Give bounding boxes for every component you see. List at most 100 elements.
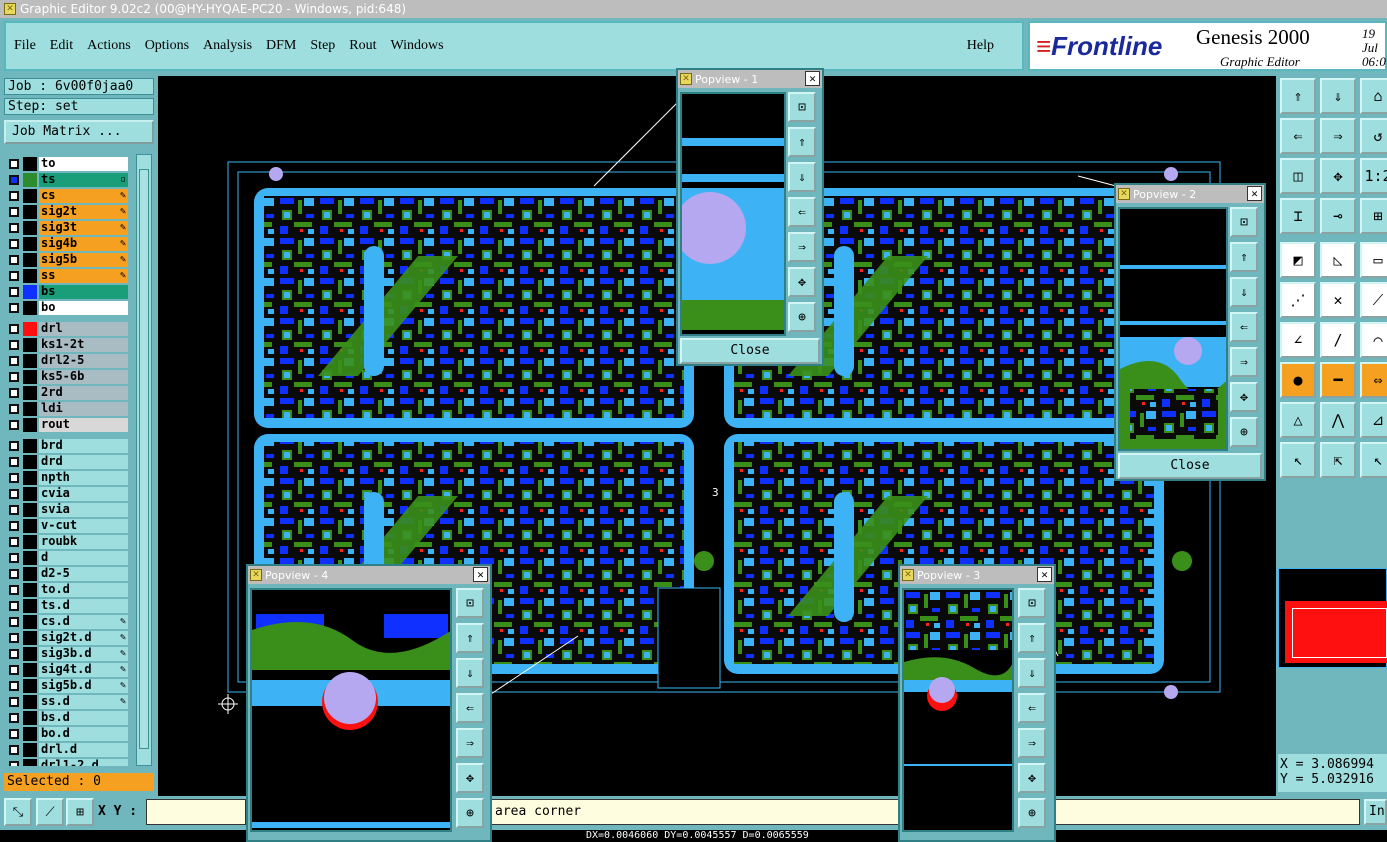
layer-checkbox[interactable]	[9, 302, 19, 313]
center-icon[interactable]: ⊕	[788, 302, 816, 332]
zoom-in-icon[interactable]: ⊡	[788, 92, 816, 122]
ruler-icon[interactable]: ▭	[1360, 242, 1387, 278]
popview-4-titlebar[interactable]: ✕ Popview - 4	[248, 566, 490, 584]
layer-checkbox[interactable]	[9, 504, 19, 515]
layer-checkbox[interactable]	[9, 339, 19, 350]
layer-name[interactable]: v-cut	[39, 518, 128, 533]
layer-name[interactable]: sig5b ✎	[39, 252, 128, 267]
cursor-icon[interactable]: ↖	[1280, 442, 1316, 478]
pan-down-icon[interactable]: ⇓	[1018, 658, 1046, 688]
segment-icon[interactable]: ━	[1320, 362, 1356, 398]
layer-name[interactable]: sig4t.d ✎	[39, 662, 128, 677]
resize-icon[interactable]: ⇔	[1360, 362, 1387, 398]
menu-windows[interactable]: Windows	[391, 38, 444, 54]
popview-1-close-icon[interactable]: ✕	[805, 71, 820, 86]
layer-name[interactable]: sig5b.d ✎	[39, 678, 128, 693]
layer-row[interactable]: drl2-5	[6, 353, 128, 368]
pan-left-icon[interactable]: ⇐	[1230, 312, 1258, 342]
layer-name[interactable]: sig3b.d ✎	[39, 646, 128, 661]
layer-checkbox[interactable]	[9, 387, 19, 398]
layer-checkbox[interactable]	[9, 632, 19, 643]
layer-name[interactable]: drl1-2.d	[39, 758, 128, 766]
home-icon[interactable]: ⌂	[1360, 78, 1387, 114]
window-titlebar[interactable]: ✕ Graphic Editor 9.02c2 (00@HY-HYQAE-PC2…	[0, 0, 1387, 18]
layer-row[interactable]: v-cut	[6, 518, 128, 533]
layer-name[interactable]: ks1-2t	[39, 337, 128, 352]
layer-row[interactable]: bs	[6, 284, 128, 299]
layer-name[interactable]: cs ✎	[39, 188, 128, 203]
layer-name[interactable]: d	[39, 550, 128, 565]
layer-row[interactable]: sig5b ✎	[6, 252, 128, 267]
pan-right-icon[interactable]: ⇒	[456, 728, 484, 758]
layer-checkbox[interactable]	[9, 254, 19, 265]
layer-checkbox[interactable]	[9, 680, 19, 691]
layer-name[interactable]: drd	[39, 454, 128, 469]
center-icon[interactable]: ⊕	[456, 798, 484, 828]
layer-row[interactable]: d2-5	[6, 566, 128, 581]
layer-row[interactable]: sig2t.d ✎	[6, 630, 128, 645]
layer-checkbox[interactable]	[9, 648, 19, 659]
layer-row[interactable]: ss.d ✎	[6, 694, 128, 709]
layer-checkbox[interactable]	[9, 456, 19, 467]
fit-icon[interactable]: ◫	[1280, 158, 1316, 194]
slash-icon[interactable]: /	[1320, 322, 1356, 358]
layer-row[interactable]: 2rd	[6, 385, 128, 400]
scrollbar-thumb[interactable]	[139, 169, 149, 749]
layer-row[interactable]: to.d	[6, 582, 128, 597]
layer-row[interactable]: sig5b.d ✎	[6, 678, 128, 693]
measure-button[interactable]: ⟋	[36, 798, 64, 826]
pan-right-icon[interactable]: ⇒	[1230, 347, 1258, 377]
layer-name[interactable]: cs.d ✎	[39, 614, 128, 629]
move-down-icon[interactable]: ⇓	[1320, 78, 1356, 114]
popview-4[interactable]: ✕ Popview - 4 ✕ ⊡ ⇑ ⇓ ⇐ ⇒ ✥ ⊕	[246, 564, 492, 842]
zoom-in-icon[interactable]: ⊡	[456, 588, 484, 618]
layer-name[interactable]: ss ✎	[39, 268, 128, 283]
menu-rout[interactable]: Rout	[349, 38, 376, 54]
popview-3-view[interactable]	[902, 588, 1014, 832]
layer-name[interactable]: to.d	[39, 582, 128, 597]
arc-icon[interactable]: ⌒	[1360, 322, 1387, 358]
layer-checkbox[interactable]	[9, 472, 19, 483]
layer-checkbox[interactable]	[9, 712, 19, 723]
layer-row[interactable]: ts.d	[6, 598, 128, 613]
layer-checkbox[interactable]	[9, 238, 19, 249]
pan-up-icon[interactable]: ⇑	[788, 127, 816, 157]
popview-2-view[interactable]	[1118, 207, 1228, 451]
layer-row[interactable]: bo.d	[6, 726, 128, 741]
layer-name[interactable]: ts ▫	[39, 172, 128, 187]
layer-name[interactable]: cvia	[39, 486, 128, 501]
pan-up-icon[interactable]: ⇑	[456, 623, 484, 653]
center-icon[interactable]: ✥	[1320, 158, 1356, 194]
layer-checkbox[interactable]	[9, 371, 19, 382]
layer-row[interactable]: rout	[6, 417, 128, 432]
point-icon[interactable]: ●	[1280, 362, 1316, 398]
pan-left-icon[interactable]: ⇐	[1018, 693, 1046, 723]
layer-checkbox[interactable]	[9, 222, 19, 233]
popview-4-view[interactable]	[250, 588, 452, 832]
popview-2[interactable]: ✕ Popview - 2 ✕ ⊡ ⇑ ⇓ ⇐ ⇒ ✥ ⊕ Close	[1114, 183, 1266, 481]
layer-row[interactable]: bs.d	[6, 710, 128, 725]
popview-1[interactable]: ✕ Popview - 1 ✕ ⊡ ⇑ ⇓ ⇐ ⇒ ✥ ⊕ Close	[676, 68, 824, 366]
shape-icon[interactable]: ⊿	[1360, 402, 1387, 438]
layer-row[interactable]: sig4t.d ✎	[6, 662, 128, 677]
menu-help[interactable]: Help	[967, 38, 994, 54]
center-icon[interactable]: ⊕	[1230, 417, 1258, 447]
triangle-icon[interactable]: △	[1280, 402, 1316, 438]
layer-name[interactable]: roubk	[39, 534, 128, 549]
layer-row[interactable]: svia	[6, 502, 128, 517]
layer-checkbox[interactable]	[9, 158, 19, 169]
layer-name[interactable]: npth	[39, 470, 128, 485]
layer-row[interactable]: cs.d ✎	[6, 614, 128, 629]
layer-row[interactable]: bo	[6, 300, 128, 315]
popview-4-close-icon[interactable]: ✕	[473, 567, 488, 582]
layer-name[interactable]: to	[39, 156, 128, 171]
cursor-frame-icon[interactable]: ⇱	[1320, 442, 1356, 478]
popview-3[interactable]: ✕ Popview - 3 ✕ ⊡ ⇑ ⇓ ⇐ ⇒ ✥ ⊕	[898, 564, 1056, 842]
layer-row[interactable]: npth	[6, 470, 128, 485]
cross-icon[interactable]: ✕	[1320, 282, 1356, 318]
popview-3-close-icon[interactable]: ✕	[1037, 567, 1052, 582]
move-up-icon[interactable]: ⇑	[1280, 78, 1316, 114]
layer-row[interactable]: roubk	[6, 534, 128, 549]
layer-row[interactable]: ts ▫	[6, 172, 128, 187]
layer-checkbox[interactable]	[9, 270, 19, 281]
